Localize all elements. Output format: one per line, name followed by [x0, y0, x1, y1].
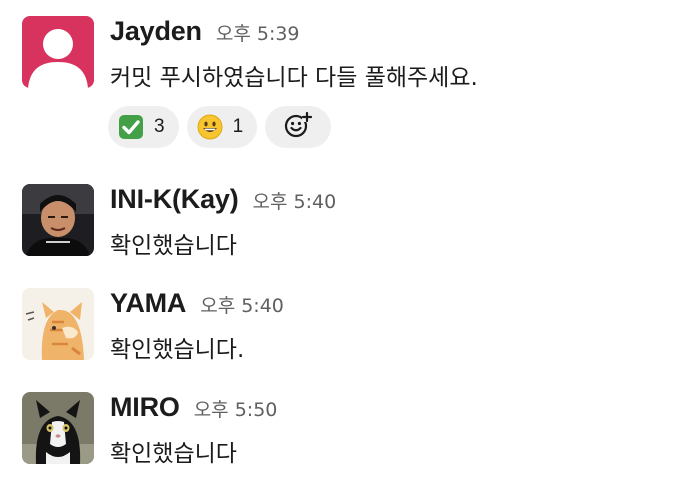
reaction-grin[interactable]: 1	[186, 106, 258, 148]
white-check-mark-icon	[118, 114, 144, 140]
timestamp[interactable]: 오후 5:50	[194, 395, 278, 422]
timestamp[interactable]: 오후 5:40	[253, 187, 337, 214]
add-reaction-button[interactable]	[265, 106, 332, 148]
message-text: 확인했습니다.	[110, 337, 245, 363]
reaction-bar: 3 1	[108, 106, 478, 148]
reaction-count: 3	[154, 116, 165, 137]
message-text: 확인했습니다	[110, 233, 237, 259]
timestamp[interactable]: 오후 5:40	[200, 291, 284, 318]
default-user-icon	[22, 16, 94, 88]
avatar[interactable]	[22, 184, 94, 256]
author-name[interactable]: YAMA	[110, 288, 186, 319]
add-emoji-icon	[283, 110, 313, 144]
avatar[interactable]	[22, 16, 94, 88]
message-text: 확인했습니다	[110, 441, 237, 467]
author-name[interactable]: Jayden	[110, 16, 202, 47]
message-item: Jayden 오후 5:39 커밋 푸시하였습니다 다들 풀해주세요. 3 1	[22, 16, 478, 148]
reaction-check[interactable]: 3	[108, 106, 179, 148]
message-item: YAMA 오후 5:40 확인했습니다.	[22, 288, 284, 364]
cat-photo-icon	[22, 392, 94, 464]
avatar[interactable]	[22, 288, 94, 360]
user-photo-icon	[22, 184, 94, 256]
timestamp[interactable]: 오후 5:39	[216, 19, 300, 46]
message-text: 커밋 푸시하였습니다 다들 풀해주세요.	[110, 65, 478, 91]
avatar[interactable]	[22, 392, 94, 464]
message-item: INI-K(Kay) 오후 5:40 확인했습니다	[22, 184, 336, 260]
author-name[interactable]: MIRO	[110, 392, 180, 423]
message-item: MIRO 오후 5:50 확인했습니다	[22, 392, 277, 468]
grinning-face-icon	[197, 114, 223, 140]
cartoon-cat-icon	[22, 288, 94, 360]
author-name[interactable]: INI-K(Kay)	[110, 184, 239, 215]
reaction-count: 1	[232, 116, 244, 137]
